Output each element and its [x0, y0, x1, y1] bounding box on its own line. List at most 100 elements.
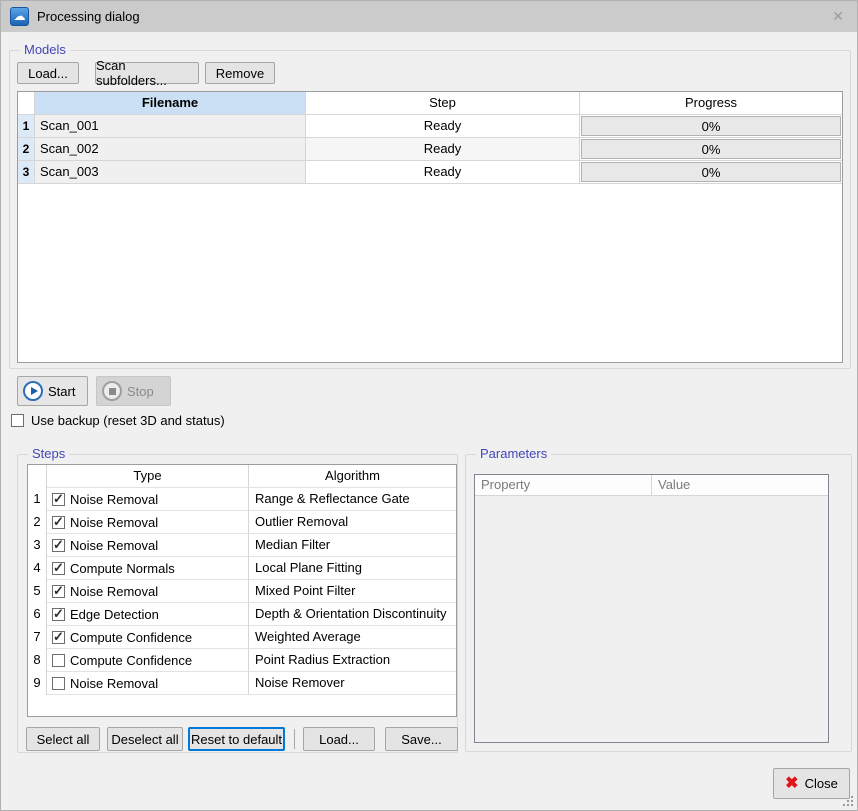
type-label: Edge Detection [70, 607, 159, 622]
progress-bar: 0% [581, 116, 841, 136]
filename-cell[interactable]: Scan_001 [35, 115, 306, 138]
resize-grip[interactable] [842, 795, 854, 807]
load-models-button[interactable]: Load... [17, 62, 79, 84]
deselect-all-button[interactable]: Deselect all [107, 727, 183, 751]
step-row[interactable]: 7 Compute Confidence Weighted Average [28, 626, 456, 649]
use-backup-option[interactable]: Use backup (reset 3D and status) [11, 413, 225, 428]
row-header: 7 [28, 626, 47, 649]
step-checkbox[interactable] [52, 677, 65, 690]
column-header-progress[interactable]: Progress [580, 92, 842, 115]
row-header: 2 [28, 511, 47, 534]
type-label: Compute Confidence [70, 630, 192, 645]
row-header[interactable]: 1 [18, 115, 35, 138]
row-header: 3 [28, 534, 47, 557]
step-row[interactable]: 8 Compute Confidence Point Radius Extrac… [28, 649, 456, 672]
type-label: Compute Confidence [70, 653, 192, 668]
step-row[interactable]: 4 Compute Normals Local Plane Fitting [28, 557, 456, 580]
algorithm-cell[interactable]: Outlier Removal [249, 511, 456, 534]
row-header[interactable]: 2 [18, 138, 35, 161]
steps-group-label: Steps [28, 446, 69, 462]
type-cell[interactable]: Compute Confidence [47, 626, 249, 649]
algorithm-cell[interactable]: Mixed Point Filter [249, 580, 456, 603]
type-cell[interactable]: Noise Removal [47, 511, 249, 534]
filename-cell[interactable]: Scan_003 [35, 161, 306, 184]
type-cell[interactable]: Noise Removal [47, 672, 249, 695]
steps-group: Steps Type Algorithm 1 Noise Removal Ran… [17, 454, 458, 753]
remove-model-button[interactable]: Remove [205, 62, 275, 84]
step-row[interactable]: 6 Edge Detection Depth & Orientation Dis… [28, 603, 456, 626]
algorithm-cell[interactable]: Depth & Orientation Discontinuity [249, 603, 456, 626]
step-row[interactable]: 1 Noise Removal Range & Reflectance Gate [28, 488, 456, 511]
steps-table-header: Type Algorithm [28, 465, 456, 488]
type-label: Noise Removal [70, 538, 158, 553]
close-x-icon: ✖ [785, 776, 798, 792]
column-header-step[interactable]: Step [306, 92, 580, 115]
reset-to-default-button[interactable]: Reset to default [188, 727, 285, 751]
table-row[interactable]: 1 Scan_001 Ready 0% [18, 115, 842, 138]
step-checkbox[interactable] [52, 585, 65, 598]
title-bar[interactable]: ☁ Processing dialog ✕ [1, 1, 857, 32]
parameters-table-header: Property Value [475, 475, 828, 496]
type-label: Noise Removal [70, 515, 158, 530]
table-row[interactable]: 3 Scan_003 Ready 0% [18, 161, 842, 184]
type-label: Noise Removal [70, 584, 158, 599]
type-cell[interactable]: Noise Removal [47, 488, 249, 511]
algorithm-cell[interactable]: Range & Reflectance Gate [249, 488, 456, 511]
start-button[interactable]: Start [17, 376, 88, 406]
step-checkbox[interactable] [52, 493, 65, 506]
step-cell[interactable]: Ready [306, 115, 580, 138]
row-header: 1 [28, 488, 47, 511]
parameters-table-body [475, 496, 828, 742]
start-button-label: Start [48, 384, 75, 399]
column-header-value[interactable]: Value [652, 475, 828, 495]
step-checkbox[interactable] [52, 562, 65, 575]
use-backup-checkbox[interactable] [11, 414, 24, 427]
algorithm-cell[interactable]: Point Radius Extraction [249, 649, 456, 672]
row-header: 9 [28, 672, 47, 695]
column-header-filename[interactable]: Filename [35, 92, 306, 115]
step-cell[interactable]: Ready [306, 161, 580, 184]
step-checkbox[interactable] [52, 608, 65, 621]
scan-subfolders-button[interactable]: Scan subfolders... [95, 62, 199, 84]
algorithm-cell[interactable]: Weighted Average [249, 626, 456, 649]
type-cell[interactable]: Edge Detection [47, 603, 249, 626]
step-row[interactable]: 3 Noise Removal Median Filter [28, 534, 456, 557]
row-header[interactable]: 3 [18, 161, 35, 184]
algorithm-cell[interactable]: Median Filter [249, 534, 456, 557]
progress-cell: 0% [580, 161, 842, 184]
algorithm-cell[interactable]: Noise Remover [249, 672, 456, 695]
column-header-algorithm[interactable]: Algorithm [249, 465, 456, 488]
step-checkbox[interactable] [52, 539, 65, 552]
app-icon: ☁ [10, 7, 29, 26]
type-cell[interactable]: Noise Removal [47, 534, 249, 557]
load-steps-button[interactable]: Load... [303, 727, 375, 751]
step-checkbox[interactable] [52, 654, 65, 667]
close-button[interactable]: ✖ Close [773, 768, 850, 799]
type-label: Noise Removal [70, 676, 158, 691]
step-checkbox[interactable] [52, 516, 65, 529]
algorithm-cell[interactable]: Local Plane Fitting [249, 557, 456, 580]
close-button-label: Close [805, 776, 838, 791]
column-header-property[interactable]: Property [475, 475, 652, 495]
filename-cell[interactable]: Scan_002 [35, 138, 306, 161]
type-cell[interactable]: Compute Confidence [47, 649, 249, 672]
step-cell[interactable]: Ready [306, 138, 580, 161]
progress-cell: 0% [580, 138, 842, 161]
models-group-label: Models [20, 42, 70, 58]
stop-button[interactable]: Stop [96, 376, 171, 406]
step-row[interactable]: 9 Noise Removal Noise Remover [28, 672, 456, 695]
step-checkbox[interactable] [52, 631, 65, 644]
step-row[interactable]: 5 Noise Removal Mixed Point Filter [28, 580, 456, 603]
table-row[interactable]: 2 Scan_002 Ready 0% [18, 138, 842, 161]
parameters-table: Property Value [474, 474, 829, 743]
select-all-button[interactable]: Select all [26, 727, 100, 751]
play-icon [23, 381, 43, 401]
corner-cell [18, 92, 35, 115]
titlebar-close-icon[interactable]: ✕ [832, 8, 844, 25]
type-cell[interactable]: Compute Normals [47, 557, 249, 580]
type-cell[interactable]: Noise Removal [47, 580, 249, 603]
processing-dialog: ☁ Processing dialog ✕ Models Load... Sca… [0, 0, 858, 811]
column-header-type[interactable]: Type [47, 465, 249, 488]
save-steps-button[interactable]: Save... [385, 727, 458, 751]
step-row[interactable]: 2 Noise Removal Outlier Removal [28, 511, 456, 534]
